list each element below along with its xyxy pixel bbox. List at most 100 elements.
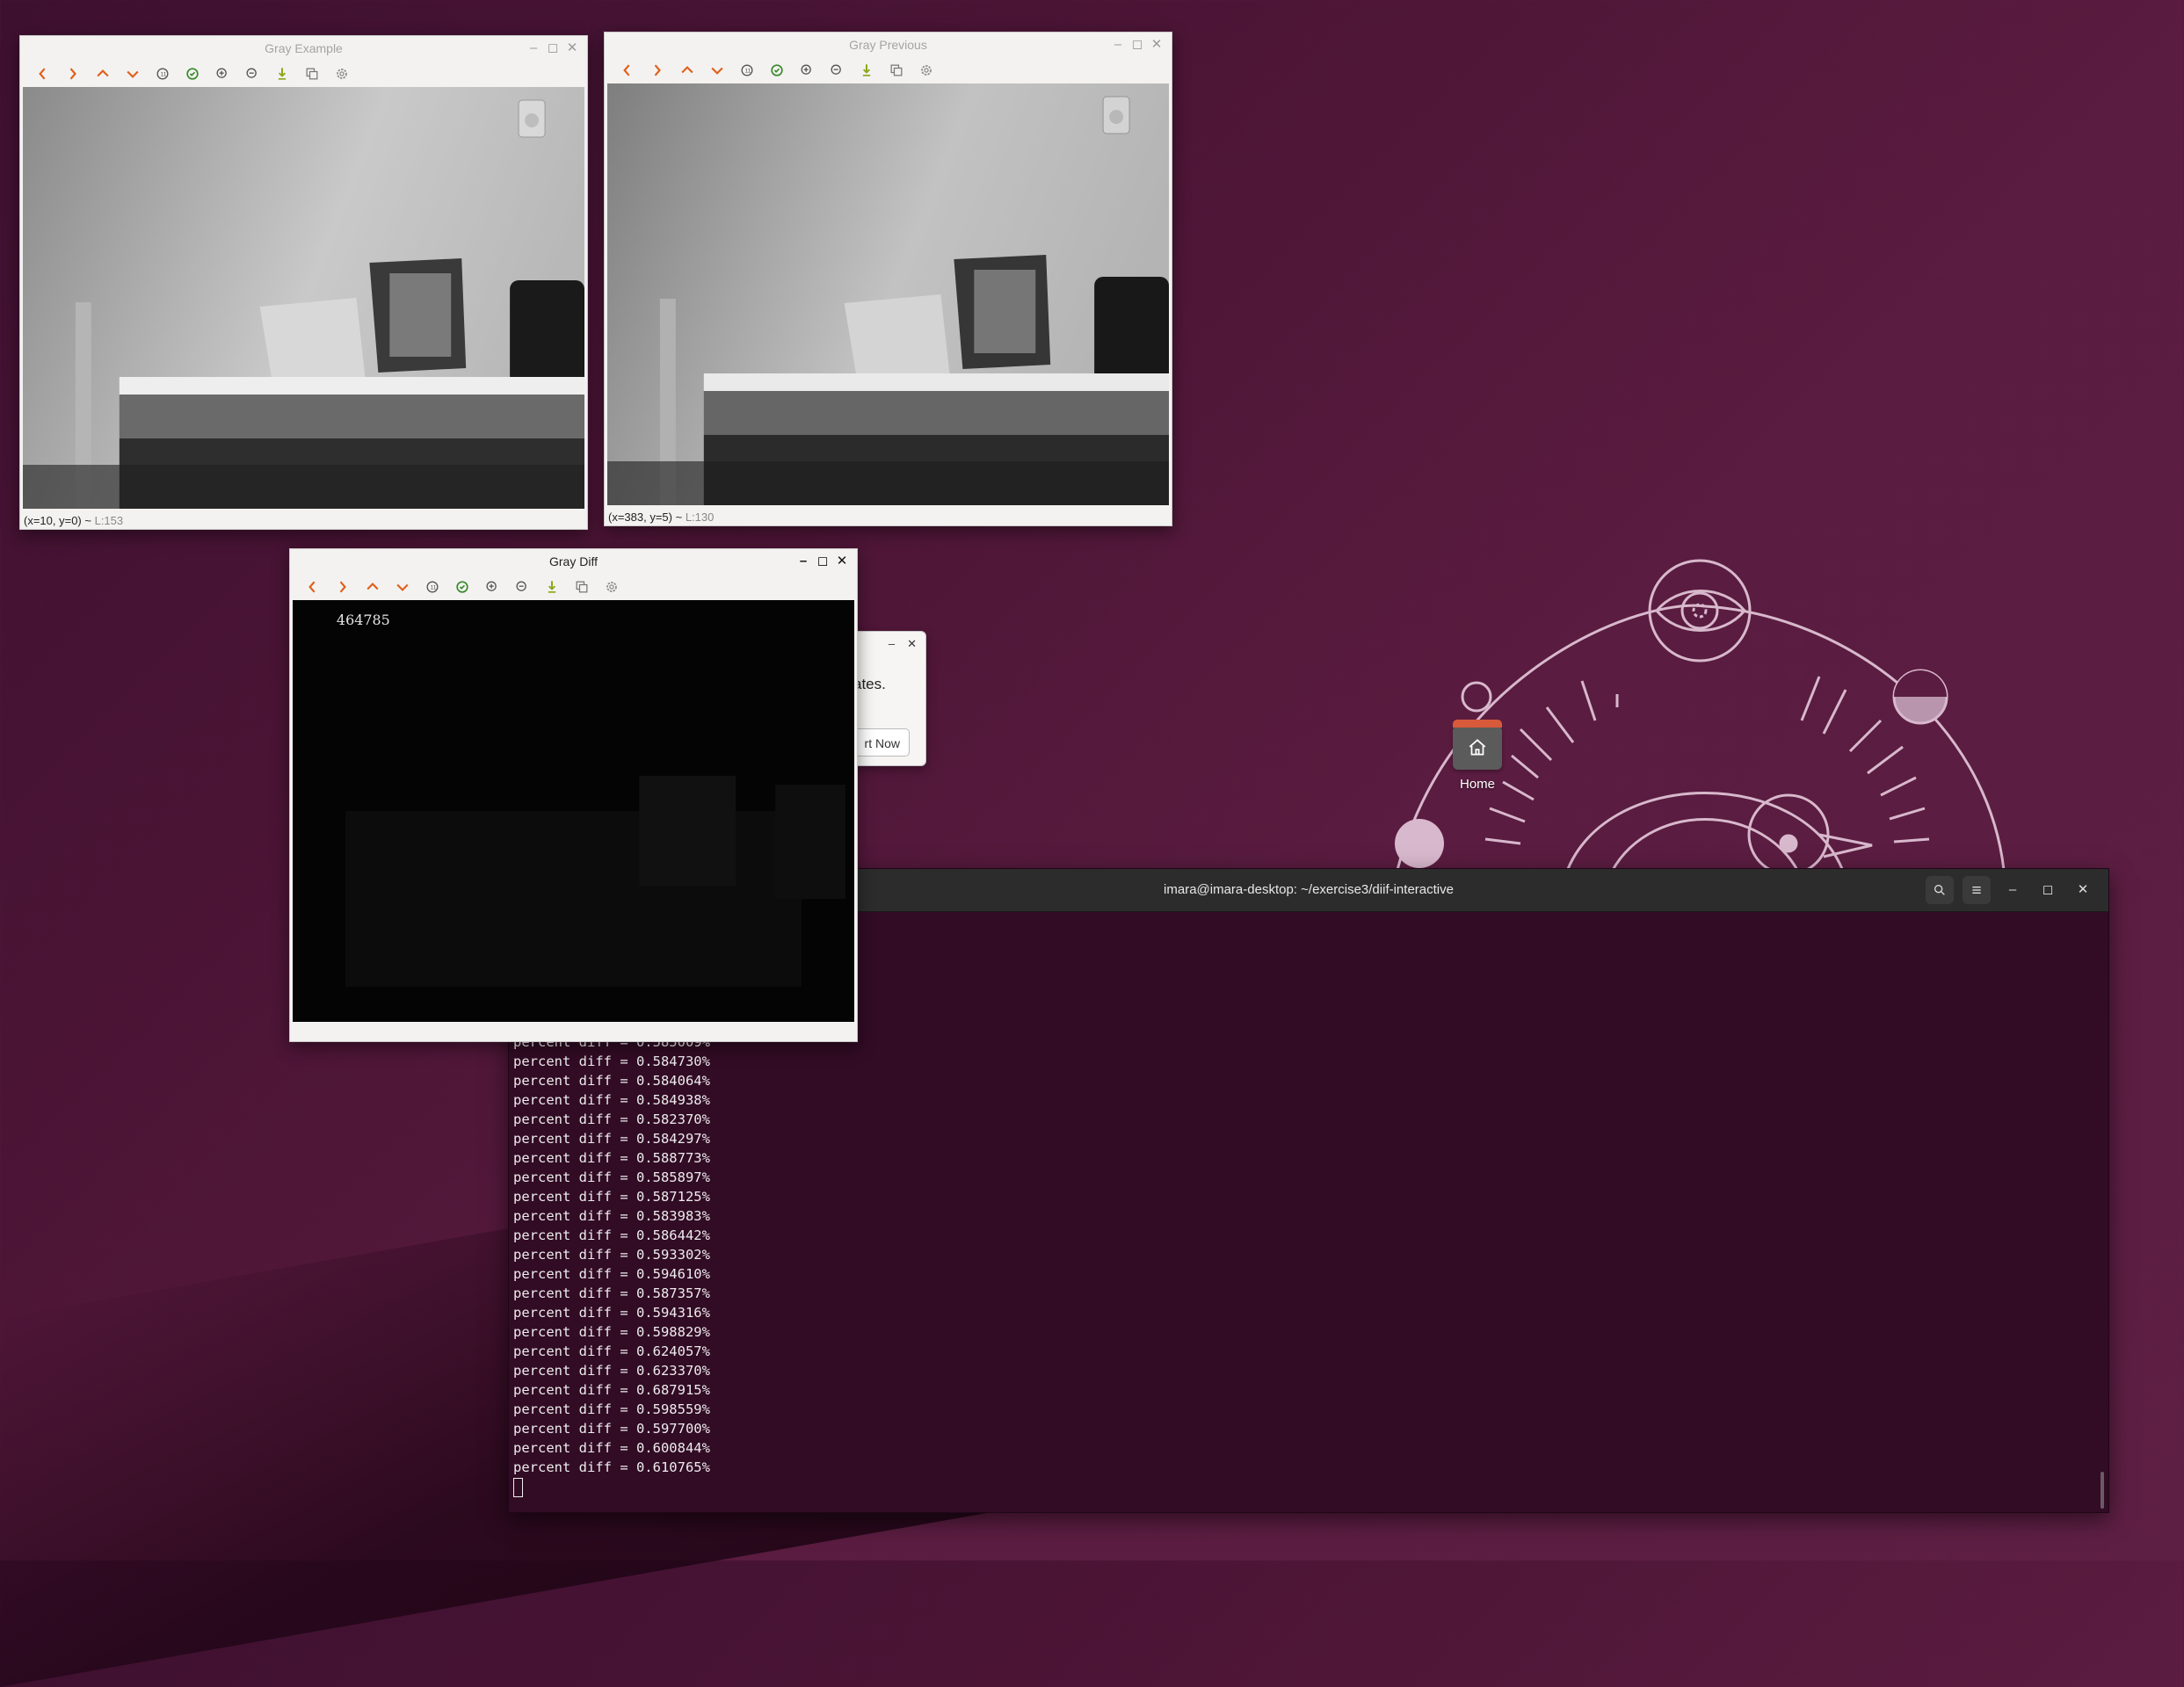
terminal-scrollbar[interactable]	[2101, 1472, 2104, 1509]
notification-minimize-button[interactable]: –	[889, 637, 895, 651]
arrow-down-button[interactable]	[120, 62, 145, 85]
terminal-maximize-button[interactable]: ◻	[2035, 876, 2061, 904]
terminal-line: percent diff = 0.582370%	[513, 1111, 710, 1127]
arrow-up-button[interactable]	[360, 576, 385, 598]
save-button[interactable]	[540, 576, 564, 598]
svg-text:11: 11	[745, 69, 751, 75]
minimize-button[interactable]: –	[797, 549, 809, 574]
notification-text: ates.	[853, 676, 886, 692]
wallpaper-line-art	[1395, 559, 2006, 879]
image-toolbar: 11	[605, 57, 1172, 83]
arrow-left-icon	[623, 64, 630, 76]
close-button[interactable]: ✕	[1150, 33, 1163, 57]
terminal-line: percent diff = 0.585897%	[513, 1169, 710, 1185]
terminal-close-button[interactable]: ✕	[2070, 876, 2096, 904]
terminal-line: percent diff = 0.584730%	[513, 1053, 710, 1069]
maximize-button[interactable]: ◻	[1131, 33, 1143, 57]
terminal-line: percent diff = 0.594610%	[513, 1266, 710, 1282]
zoom-original-button[interactable]	[450, 576, 475, 598]
gray-diff-titlebar[interactable]: Gray Diff – ◻ ✕	[290, 549, 857, 574]
settings-icon	[606, 582, 617, 592]
terminal-search-button[interactable]	[1926, 876, 1954, 904]
zoom-out-button[interactable]	[510, 576, 534, 598]
gray-example-window[interactable]: Gray Example – ◻ ✕ 11 (x=10, y=0) ~ L:15…	[19, 35, 588, 530]
copy-button[interactable]	[884, 59, 909, 82]
zoom-fit-icon: 11	[156, 68, 169, 80]
notification-close-button[interactable]: ✕	[907, 637, 917, 651]
settings-button[interactable]	[914, 59, 939, 82]
gray-previous-statusbar: (x=383, y=5) ~ L:130	[608, 510, 714, 524]
zoom-out-button[interactable]	[824, 59, 849, 82]
zoom-in-button[interactable]	[795, 59, 819, 82]
pixel-luminance: L:153	[94, 514, 124, 527]
minimize-button[interactable]: –	[527, 36, 540, 61]
arrow-up-icon	[366, 583, 379, 590]
maximize-button[interactable]: ◻	[547, 36, 559, 61]
zoom-out-button[interactable]	[240, 62, 265, 85]
gray-diff-image[interactable]: 464785	[293, 600, 854, 1022]
terminal-prompt[interactable]	[513, 1477, 710, 1497]
save-button[interactable]	[854, 59, 879, 82]
settings-icon	[921, 65, 932, 76]
hamburger-menu-icon	[1972, 887, 1981, 894]
zoom-in-icon	[216, 68, 227, 78]
settings-button[interactable]	[599, 576, 624, 598]
zoom-fit-button[interactable]: 11	[150, 62, 175, 85]
zoom-original-button[interactable]	[180, 62, 205, 85]
terminal-line: percent diff = 0.593302%	[513, 1247, 710, 1263]
gray-example-image[interactable]	[23, 87, 584, 509]
arrow-down-icon	[396, 583, 409, 591]
settings-button[interactable]	[330, 62, 354, 85]
arrow-down-button[interactable]	[705, 59, 729, 82]
save-icon	[862, 64, 871, 76]
terminal-menu-button[interactable]	[1963, 876, 1991, 904]
arrow-right-icon	[69, 68, 76, 80]
terminal-line: percent diff = 0.587357%	[513, 1285, 710, 1301]
pixel-coords: (x=383, y=5) ~	[608, 510, 683, 524]
zoom-in-button[interactable]	[480, 576, 504, 598]
close-button[interactable]: ✕	[566, 36, 578, 61]
zoom-fit-button[interactable]: 11	[420, 576, 445, 598]
arrow-left-button[interactable]	[301, 576, 325, 598]
zoom-fit-icon: 11	[426, 581, 439, 593]
arrow-left-button[interactable]	[31, 62, 55, 85]
terminal-line: percent diff = 0.610765%	[513, 1459, 710, 1475]
terminal-line: percent diff = 0.623370%	[513, 1363, 710, 1379]
arrow-right-button[interactable]	[330, 576, 355, 598]
arrow-right-button[interactable]	[645, 59, 670, 82]
gray-example-titlebar[interactable]: Gray Example – ◻ ✕	[20, 36, 587, 61]
settings-icon	[337, 69, 347, 79]
gray-previous-image[interactable]	[607, 83, 1169, 505]
arrow-up-button[interactable]	[91, 62, 115, 85]
home-desktop-icon[interactable]: Home	[1446, 720, 1509, 792]
copy-button[interactable]	[300, 62, 324, 85]
zoom-original-icon	[456, 581, 468, 593]
gray-previous-titlebar[interactable]: Gray Previous – ◻ ✕	[605, 33, 1172, 57]
minimize-button[interactable]: –	[1112, 33, 1124, 57]
arrow-right-button[interactable]	[61, 62, 85, 85]
gray-example-statusbar: (x=10, y=0) ~ L:153	[24, 514, 123, 527]
copy-icon	[306, 68, 318, 80]
save-icon	[278, 68, 287, 80]
gray-previous-window[interactable]: Gray Previous – ◻ ✕ 11 (x=383, y=5) ~ L:…	[604, 32, 1172, 526]
save-button[interactable]	[270, 62, 294, 85]
gray-diff-window[interactable]: Gray Diff – ◻ ✕ 11 464785	[289, 548, 858, 1042]
copy-button[interactable]	[570, 576, 594, 598]
arrow-up-button[interactable]	[675, 59, 700, 82]
home-label: Home	[1459, 777, 1495, 792]
arrow-left-button[interactable]	[615, 59, 640, 82]
zoom-original-icon	[186, 68, 199, 80]
maximize-button[interactable]: ◻	[816, 549, 829, 574]
image-toolbar: 11	[20, 61, 587, 87]
window-title: Gray Previous	[849, 38, 927, 52]
zoom-in-button[interactable]	[210, 62, 235, 85]
pixel-coords: (x=10, y=0) ~	[24, 514, 91, 527]
zoom-fit-button[interactable]: 11	[735, 59, 759, 82]
window-title: Gray Diff	[549, 554, 598, 568]
copy-icon	[576, 581, 588, 593]
arrow-down-button[interactable]	[390, 576, 415, 598]
terminal-minimize-button[interactable]: –	[1999, 876, 2026, 904]
close-button[interactable]: ✕	[836, 549, 848, 574]
zoom-original-button[interactable]	[765, 59, 789, 82]
zoom-out-icon	[516, 581, 526, 591]
